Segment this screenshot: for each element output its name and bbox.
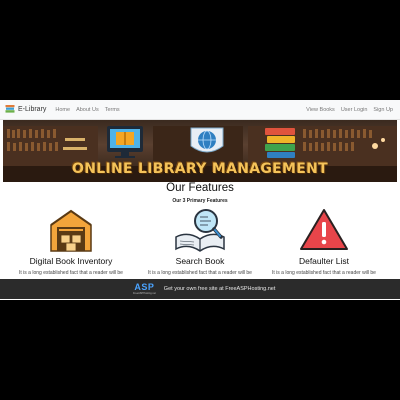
feature-title: Search Book <box>175 256 225 266</box>
nav-link-view-books[interactable]: View Books <box>306 107 335 113</box>
feature-text: It is a long established fact that a rea… <box>272 270 376 276</box>
warning-icon <box>264 207 384 253</box>
brand-name: E-Library <box>18 106 47 113</box>
nav-link-user-login[interactable]: User Login <box>341 107 368 113</box>
book-search-icon <box>140 207 260 253</box>
asp-logo-subtext: FreeASPHosting.net <box>133 292 156 295</box>
nav-right: View Books User Login Sign Up <box>303 107 396 113</box>
nav-link-terms[interactable]: Terms <box>105 107 120 113</box>
nav-link-sign-up[interactable]: Sign Up <box>373 107 393 113</box>
brand[interactable]: E-Library <box>5 101 46 119</box>
feature-card-defaulters: Defaulter List It is a long established … <box>264 207 384 276</box>
features-subtitle: Our 3 Primary Features <box>172 198 228 204</box>
banner-link[interactable]: Get your own free site at FreeASPHosting… <box>164 286 276 292</box>
feature-title: Defaulter List <box>298 256 350 266</box>
feature-title: Digital Book Inventory <box>29 256 113 266</box>
nav-link-about-us[interactable]: About Us <box>76 107 99 113</box>
books-logo-icon <box>5 101 15 119</box>
navbar: E-Library Home About Us Terms View Books… <box>0 100 400 120</box>
warehouse-box-icon <box>11 207 131 253</box>
feature-text: It is a long established fact that a rea… <box>19 270 123 276</box>
hosting-banner[interactable]: ASP FreeASPHosting.net Get your own free… <box>0 279 400 299</box>
hero-title: ONLINE LIBRARY MANAGEMENT <box>72 161 328 177</box>
feature-card-inventory: Digital Book Inventory It is a long esta… <box>11 207 131 276</box>
asp-logo[interactable]: ASP FreeASPHosting.net <box>133 282 156 296</box>
nav-link-home[interactable]: Home <box>55 107 70 113</box>
page: E-Library Home About Us Terms View Books… <box>0 100 400 300</box>
asp-logo-text: ASP <box>134 282 155 292</box>
feature-card-search: Search Book It is a long established fac… <box>140 207 260 276</box>
feature-text: It is a long established fact that a rea… <box>148 270 252 276</box>
nav-left: Home About Us Terms <box>52 107 122 113</box>
features-title: Our Features <box>166 182 234 194</box>
hero-banner: ONLINE LIBRARY MANAGEMENT <box>3 120 397 182</box>
